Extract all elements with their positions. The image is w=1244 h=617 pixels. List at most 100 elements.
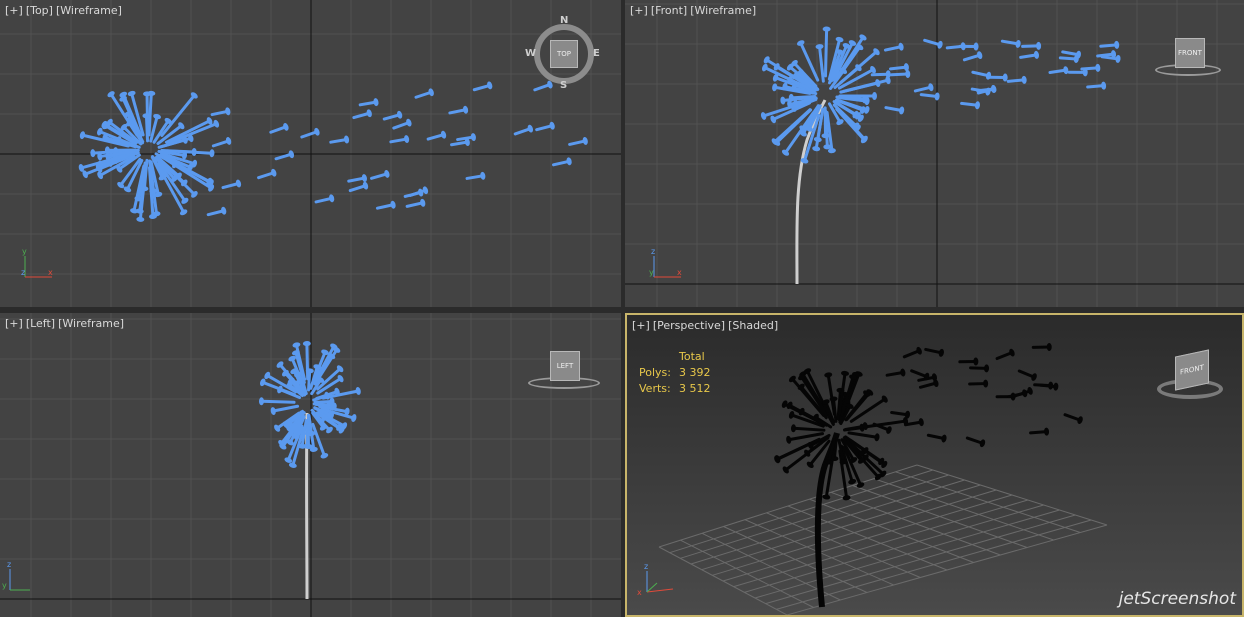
- stats-total-label: Total: [679, 350, 705, 363]
- seed-fluff: [270, 404, 300, 415]
- view-name-label[interactable]: [Top]: [26, 4, 53, 17]
- seed-fluff: [960, 101, 980, 110]
- seed-fluff: [392, 118, 412, 130]
- seed-fluff: [1063, 413, 1083, 424]
- seed-fluff: [568, 136, 588, 146]
- shading-mode-label[interactable]: [Wireframe]: [690, 4, 756, 17]
- seed-fluff: [902, 346, 922, 359]
- seed-fluff: [903, 418, 924, 427]
- seed-fluff: [1006, 75, 1027, 84]
- viewport-top[interactable]: [+] [Top] [Wireframe] TOP N S E W y x z: [0, 0, 621, 307]
- seed-fluff: [962, 51, 983, 62]
- seed-fluff: [885, 368, 906, 377]
- seed-fluff: [919, 92, 940, 101]
- seed-fluff: [995, 348, 1015, 361]
- seed-fluff: [971, 70, 992, 80]
- shading-mode-label[interactable]: [Shaded]: [728, 319, 778, 332]
- viewcube-face[interactable]: LEFT: [550, 351, 580, 381]
- polys-label: Polys:: [639, 366, 671, 379]
- axis-tripod-front: z x y: [649, 247, 682, 278]
- seed-fluff: [1048, 66, 1069, 75]
- viewcube-face[interactable]: FRONT: [1175, 349, 1209, 391]
- seed-fluff: [389, 135, 410, 144]
- viewport-label-left[interactable]: [+] [Left] [Wireframe]: [5, 317, 127, 330]
- floor-grid-line: [852, 485, 1028, 548]
- seed-fluff: [348, 181, 369, 193]
- viewport-menu-button[interactable]: [+]: [5, 4, 23, 17]
- seed-fluff: [1029, 427, 1050, 436]
- scene-statistics: Total Polys: 3 392 Verts: 3 512: [639, 349, 711, 397]
- viewport-left[interactable]: [+] [Left] [Wireframe] LEFT z y: [0, 313, 621, 617]
- seed-fluff: [890, 69, 911, 78]
- seed-fluff: [375, 200, 396, 210]
- viewport-perspective[interactable]: [+] [Perspective] [Shaded] Total Polys: 3 3…: [625, 313, 1244, 617]
- axis-a: z: [644, 562, 648, 571]
- seed-fluff: [822, 26, 831, 78]
- seed-fluff: [888, 63, 909, 72]
- seed-fluff: [211, 137, 232, 148]
- compass-west: W: [525, 48, 537, 59]
- viewport-menu-button[interactable]: [+]: [630, 4, 648, 17]
- seed-fluff: [414, 88, 434, 99]
- seed-fluff: [472, 81, 493, 92]
- seed-fluff: [923, 38, 943, 49]
- seed-fluff: [842, 76, 891, 93]
- axis-a: y: [22, 247, 27, 256]
- perspective-view-canvas[interactable]: [627, 315, 1242, 615]
- polys-value: 3 392: [679, 366, 711, 379]
- axis-b: y: [2, 581, 7, 590]
- viewcube-face[interactable]: FRONT: [1175, 38, 1205, 68]
- axis-a: z: [651, 247, 655, 256]
- seed-fluff: [924, 347, 944, 357]
- axis-b: x: [48, 268, 53, 277]
- viewcube-top[interactable]: TOP N S E W: [525, 15, 600, 91]
- seed-fluff: [1031, 342, 1052, 351]
- seed-fluff: [1017, 369, 1037, 381]
- viewcube-perspective[interactable]: FRONT: [1155, 349, 1227, 405]
- seed-fluff: [347, 174, 368, 183]
- watermark-logo: jetScreenshot: [1118, 589, 1236, 609]
- viewport-label-perspective[interactable]: [+] [Perspective] [Shaded]: [632, 319, 781, 332]
- axis-c: y: [649, 268, 654, 277]
- seed-fluff: [884, 106, 905, 115]
- seed-fluff: [221, 179, 242, 190]
- view-name-label[interactable]: [Front]: [651, 4, 687, 17]
- viewcube-front[interactable]: FRONT: [1153, 36, 1225, 80]
- floor-grid-line: [754, 509, 1060, 599]
- floor-grid-line: [744, 504, 1044, 593]
- axis-b: x: [637, 588, 642, 597]
- compass-east: E: [593, 48, 600, 59]
- viewport-menu-button[interactable]: [+]: [632, 319, 650, 332]
- viewcube-face[interactable]: TOP: [550, 40, 578, 68]
- view-name-label[interactable]: [Left]: [26, 317, 55, 330]
- seed-fluff: [352, 109, 372, 120]
- verts-value: 3 512: [679, 382, 711, 395]
- floor-grid-line: [830, 491, 1001, 556]
- seed-fluff: [269, 122, 289, 134]
- seed-fluff: [1019, 50, 1040, 59]
- viewport-front[interactable]: [+] [Front] [Wireframe] FRONT z x y: [625, 0, 1244, 307]
- shading-mode-label[interactable]: [Wireframe]: [56, 4, 122, 17]
- view-name-label[interactable]: [Perspective]: [653, 319, 725, 332]
- seed-fluff: [987, 73, 1008, 82]
- verts-label: Verts:: [639, 382, 671, 395]
- seed-fluff: [358, 98, 379, 107]
- axis-tripod-left: z y: [2, 560, 30, 591]
- compass-south: S: [560, 80, 568, 91]
- seed-fluff: [847, 431, 880, 442]
- seed-fluff: [370, 170, 390, 180]
- viewport-label-front[interactable]: [+] [Front] [Wireframe]: [630, 4, 759, 17]
- seed-fluff: [965, 436, 986, 448]
- seed-fluff: [926, 433, 947, 443]
- axis-a: z: [7, 560, 11, 569]
- seed-fluff: [448, 105, 469, 115]
- seed-fluff: [257, 168, 277, 180]
- viewcube-left[interactable]: LEFT: [526, 349, 604, 393]
- seed-fluff: [329, 135, 350, 144]
- front-view-canvas[interactable]: [625, 0, 1244, 307]
- floor-grid-line: [722, 494, 1013, 582]
- shading-mode-label[interactable]: [Wireframe]: [58, 317, 124, 330]
- viewport-label-top[interactable]: [+] [Top] [Wireframe]: [5, 4, 125, 17]
- seed-fluff: [970, 87, 991, 96]
- viewport-menu-button[interactable]: [+]: [5, 317, 23, 330]
